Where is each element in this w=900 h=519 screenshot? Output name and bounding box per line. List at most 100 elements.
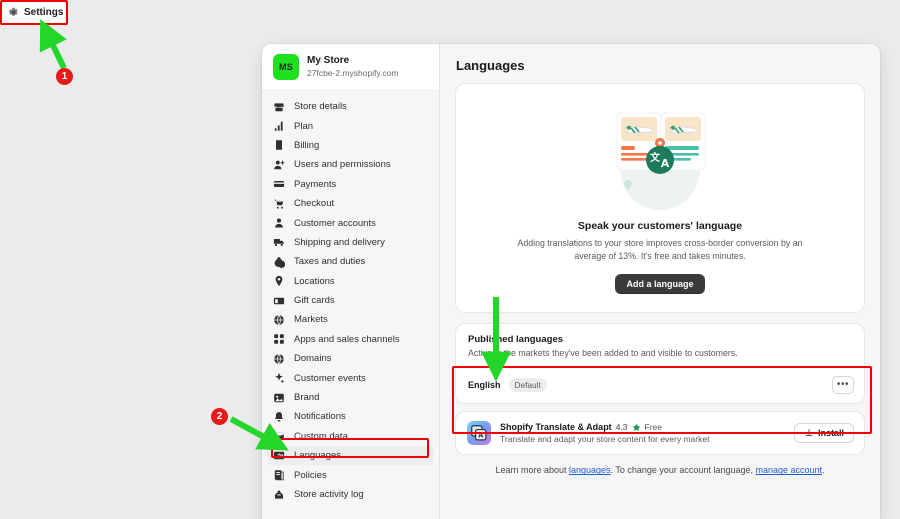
svg-text:A: A xyxy=(281,454,285,459)
app-price: Free xyxy=(644,422,662,433)
sidebar-item-shipping-and-delivery[interactable]: Shipping and delivery xyxy=(267,233,434,252)
ellipsis-icon[interactable]: ••• xyxy=(832,376,854,395)
sidebar-item-label: Shipping and delivery xyxy=(294,236,385,248)
translate-adapt-app-icon: A xyxy=(467,421,491,446)
globe-icon xyxy=(273,353,285,365)
annotation-marker-2: 2 xyxy=(211,408,228,425)
sidebar-item-label: Billing xyxy=(294,139,320,151)
sidebar-item-label: Brand xyxy=(294,392,320,404)
gear-icon xyxy=(8,7,18,16)
apps-grid-icon xyxy=(273,333,285,345)
star-icon xyxy=(632,423,640,431)
avatar: MS xyxy=(273,54,299,80)
sidebar-item-taxes-and-duties[interactable]: Taxes and duties xyxy=(267,252,434,271)
footer-text-before: Learn more about xyxy=(495,465,569,476)
sidebar-item-label: Customer events xyxy=(294,372,366,384)
sidebar-item-gift-cards[interactable]: Gift cards xyxy=(267,291,434,310)
sidebar-item-markets[interactable]: Markets xyxy=(267,310,434,329)
sidebar-item-customer-accounts[interactable]: Customer accounts xyxy=(267,213,434,232)
status-badge: Default xyxy=(508,378,547,393)
sidebar-item-label: Users and permissions xyxy=(294,159,391,171)
add-language-button[interactable]: Add a language xyxy=(615,274,705,295)
app-rating: 4.3 xyxy=(615,422,628,433)
sidebar-item-label: Policies xyxy=(294,469,327,481)
person-icon xyxy=(273,217,285,229)
sidebar-item-label: Store details xyxy=(294,101,347,113)
policies-icon xyxy=(273,469,285,481)
promo-title: Speak your customers' language xyxy=(577,220,743,232)
svg-text:A: A xyxy=(661,157,670,170)
tax-icon xyxy=(273,256,285,268)
sidebar-item-policies[interactable]: Policies xyxy=(267,465,434,484)
activity-icon xyxy=(273,489,285,501)
sidebar-item-plan[interactable]: Plan xyxy=(267,116,434,135)
sidebar-item-languages[interactable]: 文 A Languages xyxy=(267,446,434,466)
sidebar-item-label: Domains xyxy=(294,353,332,365)
sidebar-item-payments[interactable]: Payments xyxy=(267,175,434,194)
sidebar-item-apps-and-sales-channels[interactable]: Apps and sales channels xyxy=(267,330,434,349)
pin-icon xyxy=(273,275,285,287)
store-url: 27fcbe-2.myshopify.com xyxy=(307,67,399,78)
avatar-initials: MS xyxy=(279,62,293,72)
footer-text-middle: . To change your account language, xyxy=(610,465,756,476)
sidebar-item-label: Customer accounts xyxy=(294,217,376,229)
sidebar-item-label: Languages xyxy=(294,450,342,462)
sparkle-icon xyxy=(273,372,285,384)
credit-card-icon xyxy=(273,178,285,190)
published-languages-card: Published languages Active in the market… xyxy=(456,324,864,404)
sidebar-item-label: Checkout xyxy=(294,198,335,210)
footer-note: Learn more about languages. To change yo… xyxy=(456,465,864,475)
sidebar-item-store-details[interactable]: Store details xyxy=(267,97,434,116)
manage-account-link[interactable]: manage account xyxy=(755,465,822,475)
sidebar-item-brand[interactable]: Brand xyxy=(267,388,434,407)
sidebar-item-notifications[interactable]: Notifications xyxy=(267,407,434,426)
store-header[interactable]: MS My Store 27fcbe-2.myshopify.com xyxy=(262,44,439,91)
published-languages-description: Active in the markets they've been added… xyxy=(468,348,738,359)
sidebar-item-domains[interactable]: Domains xyxy=(267,349,434,368)
language-row[interactable]: English Default ••• xyxy=(456,368,864,403)
sidebar-item-users-and-permissions[interactable]: Users and permissions xyxy=(267,155,434,174)
sidebar-item-label: Custom data xyxy=(294,430,348,442)
globe-icon xyxy=(273,314,285,326)
language-name: English xyxy=(468,380,501,391)
sidebar-item-billing[interactable]: Billing xyxy=(267,136,434,155)
install-label: Install xyxy=(817,428,844,439)
truck-icon xyxy=(273,236,285,248)
svg-text:A: A xyxy=(478,432,484,440)
sidebar-item-label: Plan xyxy=(294,120,314,132)
sidebar-item-store-activity-log[interactable]: Store activity log xyxy=(267,485,434,504)
user-plus-icon xyxy=(273,159,285,171)
sidebar-item-label: Notifications xyxy=(294,411,346,423)
gift-card-icon xyxy=(273,295,285,307)
sidebar-item-custom-data[interactable]: Custom data xyxy=(267,427,434,446)
app-name: Shopify Translate & Adapt xyxy=(500,422,612,433)
sidebar-item-checkout[interactable]: Checkout xyxy=(267,194,434,213)
published-languages-title: Published languages xyxy=(468,334,564,346)
sidebar-item-label: Payments xyxy=(294,178,337,190)
cart-icon xyxy=(273,198,285,210)
sidebar-item-locations[interactable]: Locations xyxy=(267,272,434,291)
download-icon xyxy=(805,429,813,437)
screenshot-root: Settings MS My Store 27fcbe-2.myshopify.… xyxy=(0,0,900,519)
bill-icon xyxy=(273,139,285,151)
database-icon xyxy=(273,430,285,442)
languages-content: Languages 文 A Speak your customers' lang… xyxy=(440,44,880,519)
footer-text-after: . xyxy=(822,465,825,476)
sidebar-nav: Store details Plan Billing Users and permis… xyxy=(262,91,439,519)
languages-link[interactable]: languages xyxy=(569,465,611,475)
settings-label: Settings xyxy=(24,7,64,18)
languages-icon: 文A xyxy=(273,450,285,462)
store-name: My Store xyxy=(307,55,350,67)
language-promo-card: 文 A Speak your customers' language Addin… xyxy=(456,84,864,313)
sidebar-item-label: Markets xyxy=(294,314,328,326)
sidebar-item-customer-events[interactable]: Customer events xyxy=(267,368,434,387)
annotation-marker-1: 1 xyxy=(56,68,73,85)
install-button[interactable]: Install xyxy=(793,423,854,444)
sidebar-item-label: Apps and sales channels xyxy=(294,333,400,345)
bell-icon xyxy=(273,411,285,423)
promo-subtitle: Adding translations to your store improv… xyxy=(517,238,803,262)
settings-modal: MS My Store 27fcbe-2.myshopify.com Store… xyxy=(262,44,880,519)
translation-illustration: 文 A xyxy=(616,112,706,210)
settings-button[interactable]: Settings xyxy=(2,2,66,23)
sidebar-item-label: Gift cards xyxy=(294,295,335,307)
